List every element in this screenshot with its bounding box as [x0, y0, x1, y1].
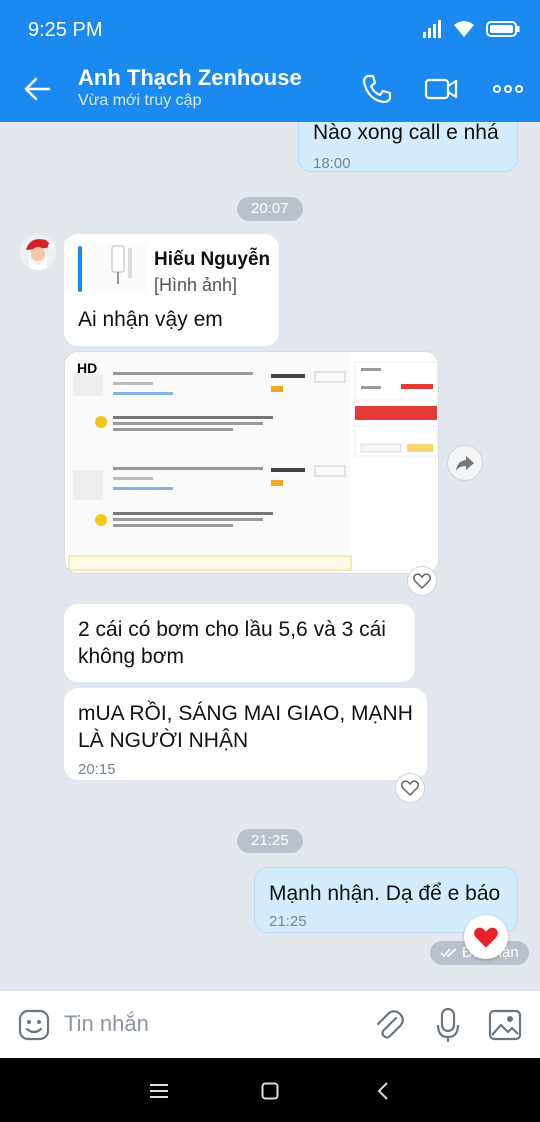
back-nav-icon[interactable] — [377, 1082, 389, 1100]
quoted-type: [Hình ảnh] — [154, 275, 238, 295]
heart-outline-icon — [413, 573, 431, 589]
message-bubble[interactable]: mUA RỒI, SÁNG MAI GIAO, MẠNH LÀ NGƯỜI NH… — [64, 688, 427, 780]
message-text: mUA RỒI, SÁNG MAI GIAO, MẠNH LÀ NGƯỜI NH… — [78, 702, 413, 752]
react-heart-button[interactable] — [407, 566, 437, 596]
message-bubble[interactable]: 2 cái có bơm cho lầu 5,6 và 3 cái không … — [64, 604, 415, 682]
heart-reaction[interactable] — [464, 915, 508, 959]
system-nav-bar — [0, 1058, 540, 1122]
time-divider: 20:07 — [237, 197, 303, 221]
back-arrow-icon[interactable] — [22, 74, 52, 104]
status-bar: 9:25 PM — [0, 0, 540, 56]
phone-icon[interactable] — [360, 73, 394, 105]
hd-badge: HD — [77, 360, 98, 376]
quote-bar — [78, 246, 82, 292]
message-text: 2 cái có bơm cho lầu 5,6 và 3 cái không … — [78, 618, 386, 668]
contact-name[interactable]: Anh Thạch Zenhouse — [78, 65, 302, 91]
message-list[interactable]: Nào xong call e nhá 18:00 20:07 Hiếu Ngu… — [0, 122, 540, 990]
message-input-bar: Tin nhắn — [0, 990, 540, 1058]
message-time: 18:00 — [313, 155, 351, 172]
heart-outline-icon — [401, 780, 419, 796]
double-check-icon — [440, 948, 457, 958]
attachment-icon[interactable] — [374, 1008, 404, 1042]
quoted-image-thumbnail — [94, 244, 146, 292]
image-gallery-icon[interactable] — [488, 1009, 522, 1041]
message-time: 20:15 — [78, 761, 116, 778]
chat-header: Anh Thạch Zenhouse Vừa mới truy cập — [0, 56, 540, 122]
status-time: 9:25 PM — [28, 19, 103, 41]
microphone-icon[interactable] — [436, 1007, 460, 1043]
video-call-icon[interactable] — [424, 73, 458, 105]
image-message[interactable]: HD — [64, 351, 439, 574]
message-text: Mạnh nhận. Dạ để e báo — [269, 882, 501, 905]
sender-avatar[interactable] — [20, 234, 56, 270]
home-icon[interactable] — [261, 1082, 279, 1100]
contact-status: Vừa mới truy cập — [78, 92, 202, 109]
react-heart-button[interactable] — [395, 773, 425, 803]
sticker-icon[interactable] — [18, 1009, 50, 1041]
signal-icon — [423, 20, 441, 38]
more-options-icon[interactable] — [492, 73, 526, 105]
message-bubble-reply[interactable]: Hiếu Nguyễn [Hình ảnh] Ai nhận vậy em — [64, 234, 279, 346]
time-divider: 21:25 — [237, 829, 303, 853]
heart-filled-icon — [474, 927, 498, 948]
message-bubble-mine[interactable]: Nào xong call e nhá 18:00 — [298, 122, 518, 172]
share-button[interactable] — [447, 445, 483, 481]
menu-icon[interactable] — [150, 1084, 168, 1098]
cart-screenshot-image — [65, 352, 438, 573]
message-input[interactable]: Tin nhắn — [64, 1011, 149, 1037]
status-icons — [422, 20, 520, 38]
message-text: Ai nhận vậy em — [78, 308, 223, 331]
battery-icon — [486, 21, 520, 37]
message-text: Nào xong call e nhá — [313, 122, 499, 144]
wifi-icon — [454, 21, 474, 37]
share-icon — [456, 456, 474, 471]
quoted-sender-name: Hiếu Nguyễn — [154, 249, 271, 270]
